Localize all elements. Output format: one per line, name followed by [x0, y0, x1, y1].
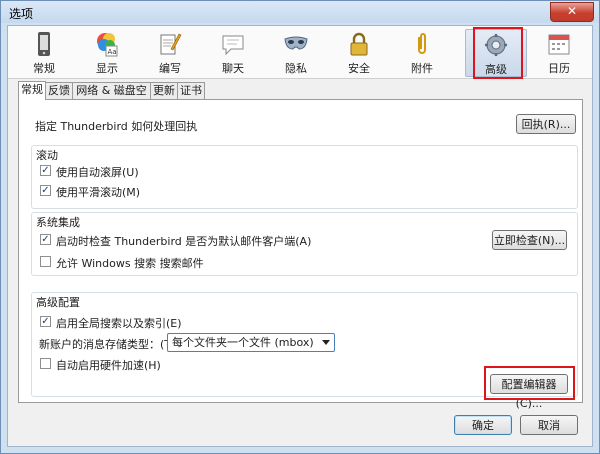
chevron-down-icon — [322, 340, 330, 345]
scrolling-group: 滚动 ✓ 使用自动滚屏(U) ✓ 使用平滑滚动(M) — [31, 145, 578, 209]
close-button[interactable]: ✕ — [550, 2, 594, 22]
calendar-icon — [548, 34, 570, 55]
pane-attachments[interactable]: 附件 — [392, 29, 452, 75]
pane-calendar[interactable]: 日历 — [529, 29, 589, 75]
windows-search-label: 允许 Windows 搜索 搜索邮件 — [56, 257, 204, 270]
palette-icon: Aa — [97, 33, 118, 57]
hw-accel-checkbox[interactable] — [40, 358, 51, 369]
pane-chat[interactable]: 聊天 — [203, 29, 263, 75]
config-editor-highlight — [484, 366, 575, 400]
title-bar[interactable]: 选项 ✕ — [1, 1, 599, 23]
svg-text:Aa: Aa — [108, 48, 117, 56]
tab-feedback[interactable]: 反馈 — [45, 82, 73, 99]
pane-security[interactable]: 安全 — [329, 29, 389, 75]
pane-general[interactable]: 常规 — [14, 29, 74, 75]
tab-panel-general: 指定 Thunderbird 如何处理回执 回执(R)... 滚动 ✓ 使用自动… — [18, 99, 583, 410]
scrolling-title: 滚动 — [36, 149, 58, 162]
global-search-label: 启用全局搜索以及索引(E) — [56, 317, 182, 330]
tab-update[interactable]: 更新 — [150, 82, 178, 99]
system-integration-group: 系统集成 ✓ 启动时检查 Thunderbird 是否为默认邮件客户端(A) 立… — [31, 212, 578, 276]
compose-icon — [160, 33, 182, 55]
receipts-button[interactable]: 回执(R)... — [516, 114, 576, 134]
close-icon: ✕ — [566, 4, 578, 18]
cancel-button[interactable]: 取消 — [520, 415, 578, 435]
pane-display[interactable]: Aa 显示 — [77, 29, 137, 75]
window-title: 选项 — [9, 7, 34, 21]
smooth-scroll-checkbox[interactable]: ✓ — [40, 185, 51, 196]
autoscroll-checkbox[interactable]: ✓ — [40, 165, 51, 176]
advanced-config-title: 高级配置 — [36, 296, 80, 309]
pane-composition[interactable]: 编写 — [140, 29, 200, 75]
tab-certificates[interactable]: 证书 — [177, 82, 205, 99]
global-search-checkbox[interactable]: ✓ — [40, 316, 51, 327]
storage-type-value: 每个文件夹一个文件 (mbox) — [172, 336, 314, 349]
smooth-scroll-label: 使用平滑滚动(M) — [56, 186, 141, 199]
system-integration-title: 系统集成 — [36, 216, 80, 229]
mask-icon — [284, 36, 308, 50]
windows-search-checkbox[interactable] — [40, 256, 51, 267]
padlock-icon — [350, 32, 368, 56]
paperclip-icon — [418, 33, 426, 54]
dialog-client-area: 常规 Aa 显示 编写 聊天 隐私 安全 附件 高级 日历 常规 反馈 网络 &… — [7, 25, 593, 447]
tab-general[interactable]: 常规 — [18, 81, 46, 100]
ok-button[interactable]: 确定 — [454, 415, 512, 435]
options-dialog: 选项 ✕ 常规 Aa 显示 编写 聊天 隐私 安全 附件 高级 日历 常规 反馈… — [0, 0, 600, 454]
receipt-label: 指定 Thunderbird 如何处理回执 — [35, 120, 198, 133]
check-default-client-label: 启动时检查 Thunderbird 是否为默认邮件客户端(A) — [56, 235, 312, 248]
check-default-client-checkbox[interactable]: ✓ — [40, 234, 51, 245]
hw-accel-label: 自动启用硬件加速(H) — [56, 359, 161, 372]
pane-privacy[interactable]: 隐私 — [266, 29, 326, 75]
storage-type-label: 新账户的消息存储类型：(T) — [39, 338, 176, 351]
tab-network-disk[interactable]: 网络 & 磁盘空间 — [72, 82, 151, 113]
chat-bubble-icon — [222, 35, 244, 56]
advanced-pane-highlight — [473, 27, 523, 79]
autoscroll-label: 使用自动滚屏(U) — [56, 166, 139, 179]
check-now-button[interactable]: 立即检查(N)... — [492, 230, 567, 250]
storage-type-dropdown[interactable]: 每个文件夹一个文件 (mbox) — [167, 333, 335, 352]
phone-icon — [38, 32, 50, 56]
